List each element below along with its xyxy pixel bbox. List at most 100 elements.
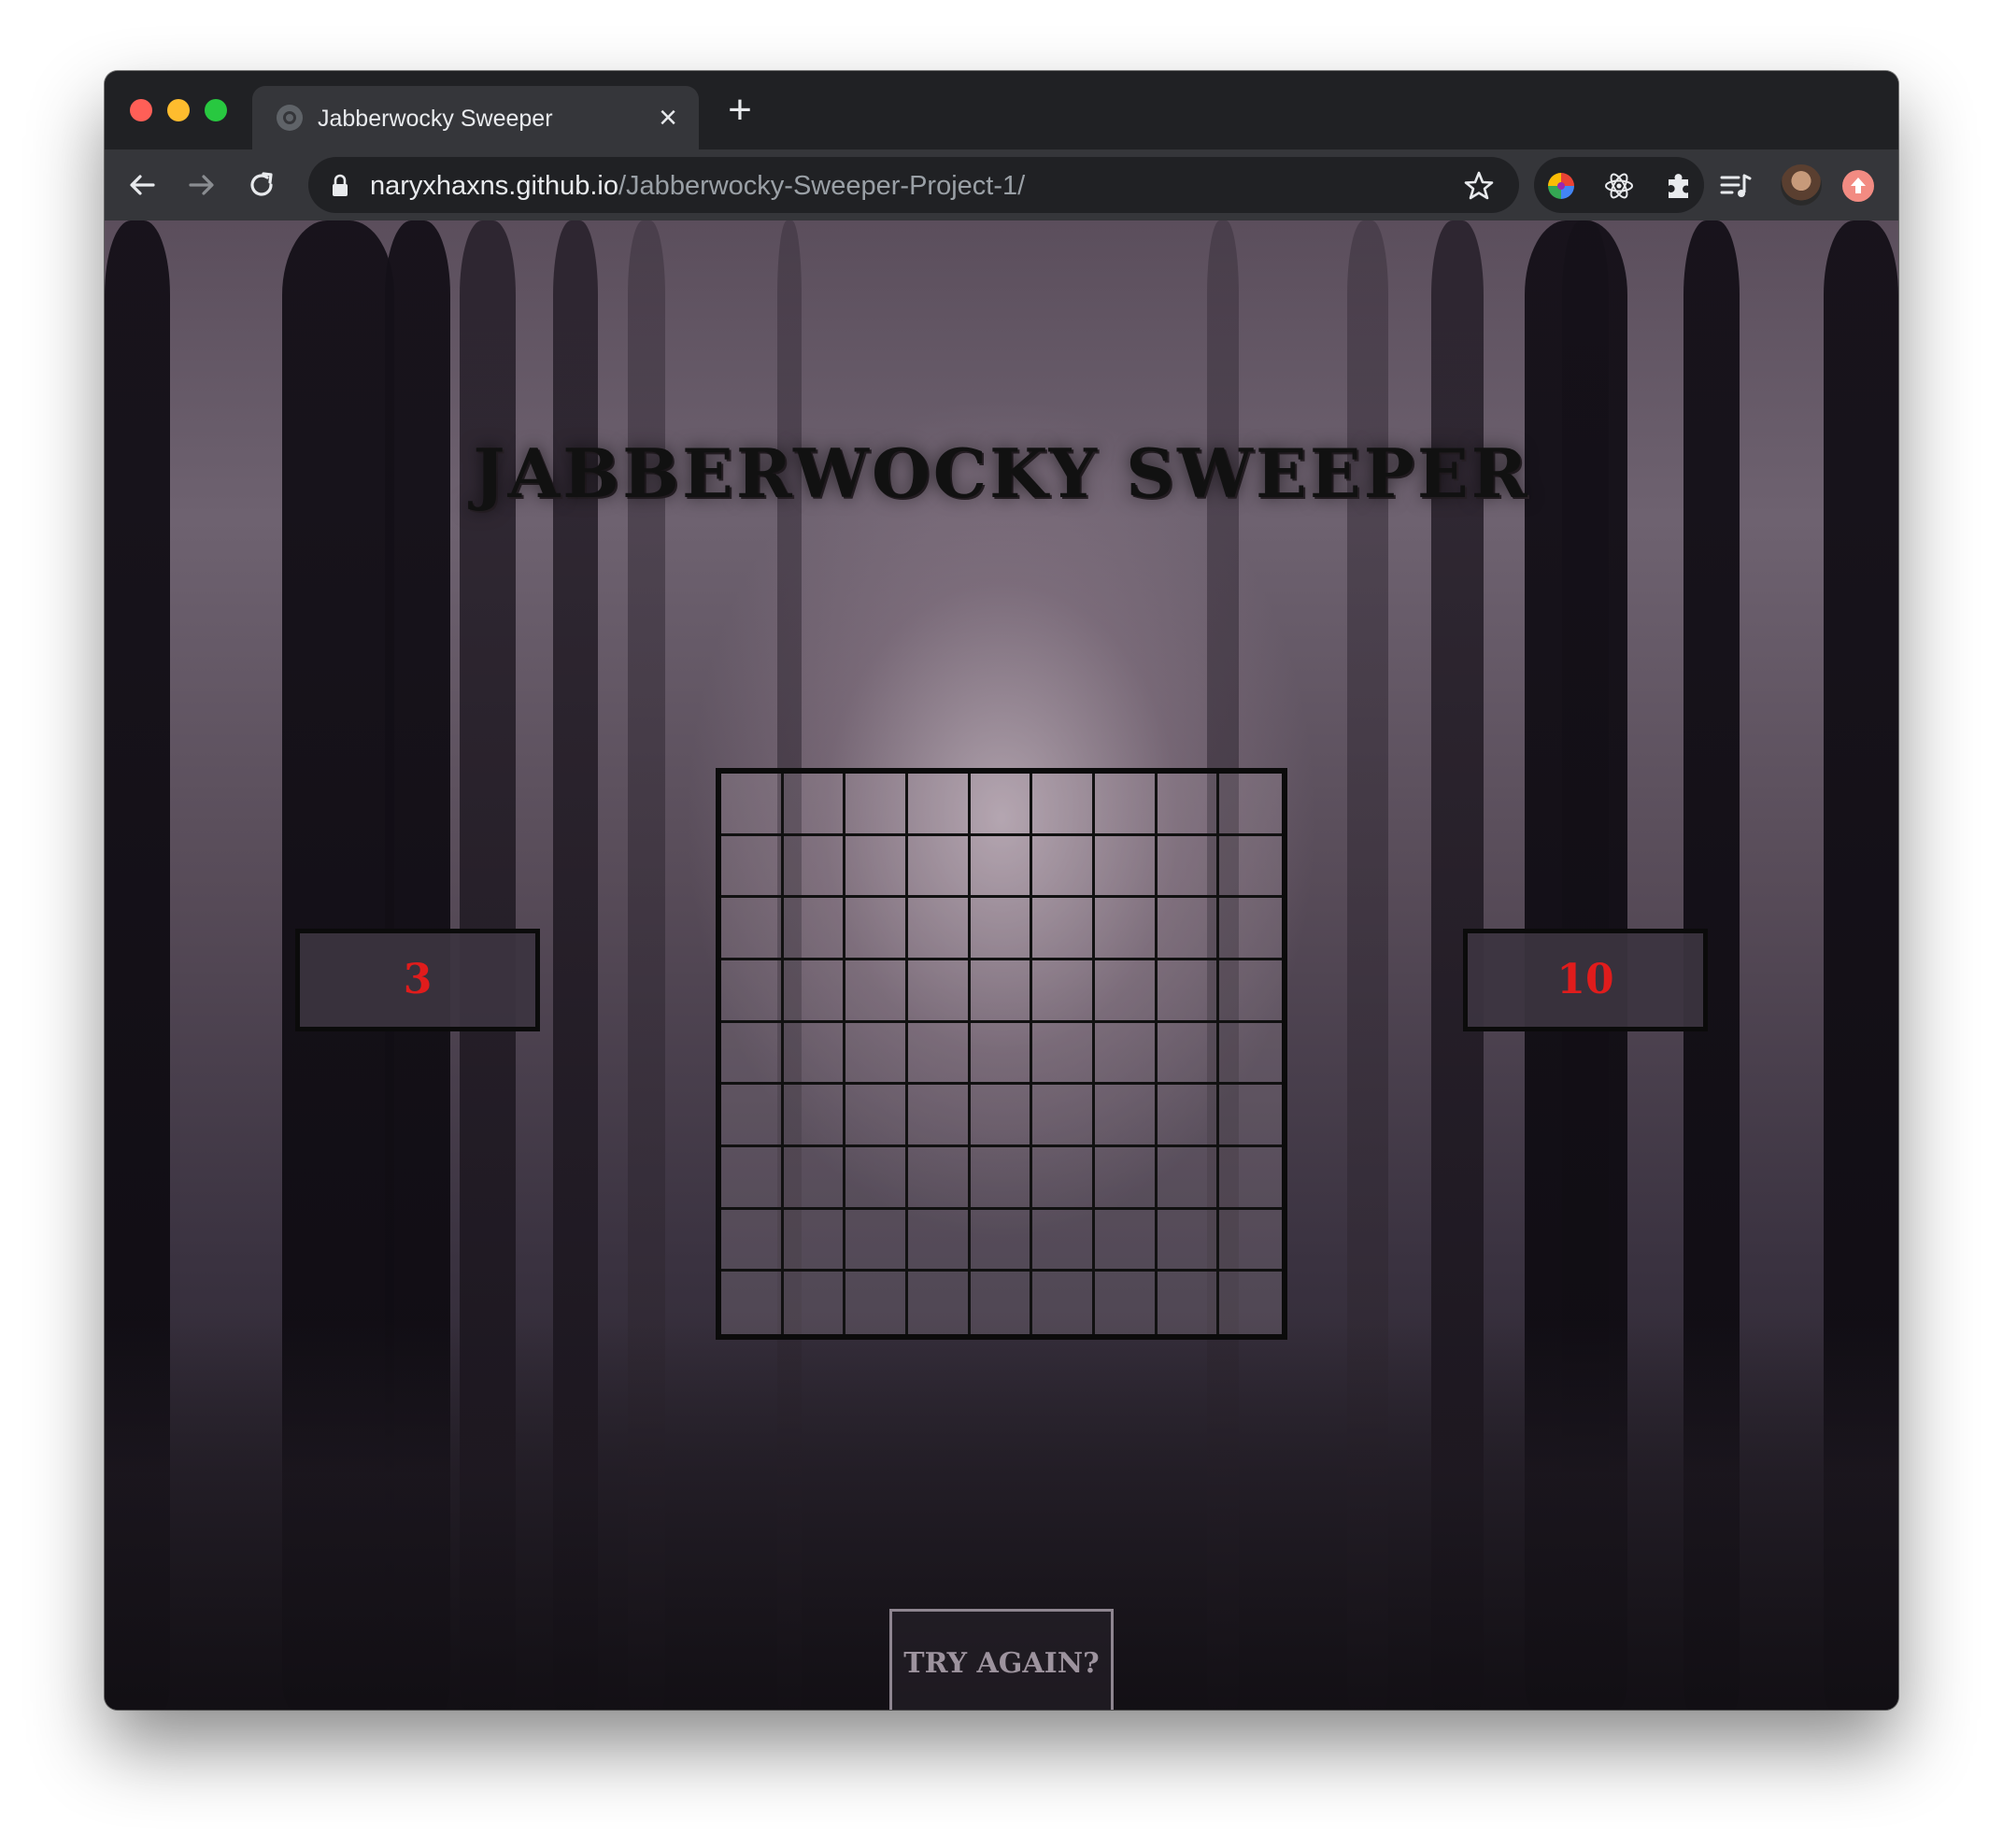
board-cell[interactable] <box>1157 1209 1220 1272</box>
board-cell[interactable] <box>784 1272 846 1334</box>
board-cell[interactable] <box>1094 1146 1158 1210</box>
board-cell[interactable] <box>970 1146 1033 1210</box>
board-cell[interactable] <box>1157 1022 1220 1086</box>
react-devtools-icon[interactable] <box>1603 170 1635 202</box>
board-cell[interactable] <box>721 1085 784 1147</box>
board-cell[interactable] <box>1094 835 1158 899</box>
board-cell[interactable] <box>783 1146 846 1210</box>
game-board[interactable] <box>716 768 1287 1340</box>
board-cell[interactable] <box>1219 1085 1282 1147</box>
board-cell[interactable] <box>907 835 971 899</box>
board-cell[interactable] <box>783 835 846 899</box>
board-cell[interactable] <box>1158 1272 1220 1334</box>
board-cell[interactable] <box>721 898 784 960</box>
board-cell[interactable] <box>1094 898 1158 960</box>
board-cell[interactable] <box>1219 898 1282 960</box>
board-cell[interactable] <box>845 1022 908 1086</box>
board-cell[interactable] <box>907 1085 971 1147</box>
board-cell[interactable] <box>970 898 1033 960</box>
board-cell[interactable] <box>908 1272 971 1334</box>
board-cell[interactable] <box>845 1272 908 1334</box>
board-cell[interactable] <box>1094 960 1158 1023</box>
board-cell[interactable] <box>845 774 908 836</box>
board-cell[interactable] <box>907 960 971 1023</box>
board-cell[interactable] <box>970 1209 1033 1272</box>
profile-avatar[interactable] <box>1781 164 1822 206</box>
tab-jabberwocky-sweeper[interactable]: Jabberwocky Sweeper × <box>252 86 699 149</box>
board-cell[interactable] <box>845 1146 908 1210</box>
color-extension-icon[interactable] <box>1545 170 1577 202</box>
board-cell[interactable] <box>1219 836 1282 899</box>
new-tab-button[interactable]: + <box>721 90 759 131</box>
board-cell[interactable] <box>845 1209 908 1272</box>
board-cell[interactable] <box>783 774 846 836</box>
board-cell[interactable] <box>721 774 784 836</box>
board-cell[interactable] <box>1032 960 1095 1023</box>
board-cell[interactable] <box>907 898 971 960</box>
board-cell[interactable] <box>1157 1146 1220 1210</box>
board-cell[interactable] <box>907 774 971 836</box>
extensions-puzzle-icon[interactable] <box>1663 170 1695 202</box>
playlist-icon[interactable] <box>1719 170 1753 202</box>
board-cell[interactable] <box>1157 898 1220 960</box>
board-cell[interactable] <box>1032 774 1095 836</box>
close-window-button[interactable] <box>130 99 152 121</box>
board-cell[interactable] <box>1032 1022 1095 1086</box>
board-cell[interactable] <box>845 898 908 960</box>
board-cell[interactable] <box>783 1022 846 1086</box>
board-cell[interactable] <box>971 1272 1033 1334</box>
board-cell[interactable] <box>1157 960 1220 1023</box>
board-cell[interactable] <box>783 1085 846 1147</box>
board-cell[interactable] <box>970 774 1033 836</box>
board-cell[interactable] <box>1094 1209 1158 1272</box>
back-icon[interactable] <box>123 166 161 204</box>
board-cell[interactable] <box>721 1146 784 1210</box>
board-cell[interactable] <box>1032 898 1095 960</box>
board-cell[interactable] <box>970 835 1033 899</box>
update-icon[interactable] <box>1842 170 1874 202</box>
board-cell[interactable] <box>970 960 1033 1023</box>
board-cell[interactable] <box>1219 1023 1282 1086</box>
board-cell[interactable] <box>1095 1272 1158 1334</box>
board-cell[interactable] <box>907 1209 971 1272</box>
board-cell[interactable] <box>1219 774 1282 836</box>
board-cell[interactable] <box>1032 1085 1095 1147</box>
board-cell[interactable] <box>1032 1146 1095 1210</box>
board-cell[interactable] <box>1219 1272 1282 1334</box>
board-cell[interactable] <box>970 1085 1033 1147</box>
board-cell[interactable] <box>1094 774 1158 836</box>
board-cell[interactable] <box>845 835 908 899</box>
board-cell[interactable] <box>1032 1272 1095 1334</box>
lock-icon[interactable] <box>331 174 349 198</box>
reload-icon[interactable] <box>243 166 280 204</box>
board-cell[interactable] <box>783 898 846 960</box>
url-text[interactable]: naryxhaxns.github.io/Jabberwocky-Sweeper… <box>370 171 1025 201</box>
board-cell[interactable] <box>907 1022 971 1086</box>
board-cell[interactable] <box>845 960 908 1023</box>
board-cell[interactable] <box>721 960 784 1023</box>
board-cell[interactable] <box>1094 1085 1158 1147</box>
minimize-window-button[interactable] <box>167 99 190 121</box>
board-cell[interactable] <box>721 1272 784 1334</box>
forward-icon[interactable] <box>183 166 220 204</box>
maximize-window-button[interactable] <box>205 99 227 121</box>
board-cell[interactable] <box>1157 774 1220 836</box>
board-cell[interactable] <box>845 1085 908 1147</box>
board-cell[interactable] <box>1157 1085 1220 1147</box>
board-cell[interactable] <box>1032 1209 1095 1272</box>
try-again-button[interactable]: TRY AGAIN? <box>889 1609 1114 1710</box>
board-cell[interactable] <box>783 960 846 1023</box>
board-cell[interactable] <box>1157 835 1220 899</box>
board-cell[interactable] <box>1219 1147 1282 1210</box>
board-cell[interactable] <box>1032 835 1095 899</box>
board-cell[interactable] <box>1219 1210 1282 1272</box>
board-cell[interactable] <box>783 1209 846 1272</box>
star-icon[interactable] <box>1463 170 1495 202</box>
board-cell[interactable] <box>970 1022 1033 1086</box>
tab-close-icon[interactable]: × <box>652 102 684 134</box>
address-bar[interactable]: naryxhaxns.github.io/Jabberwocky-Sweeper… <box>308 157 1519 213</box>
board-cell[interactable] <box>721 835 784 899</box>
board-cell[interactable] <box>1219 960 1282 1023</box>
board-cell[interactable] <box>721 1022 784 1086</box>
board-cell[interactable] <box>1094 1022 1158 1086</box>
